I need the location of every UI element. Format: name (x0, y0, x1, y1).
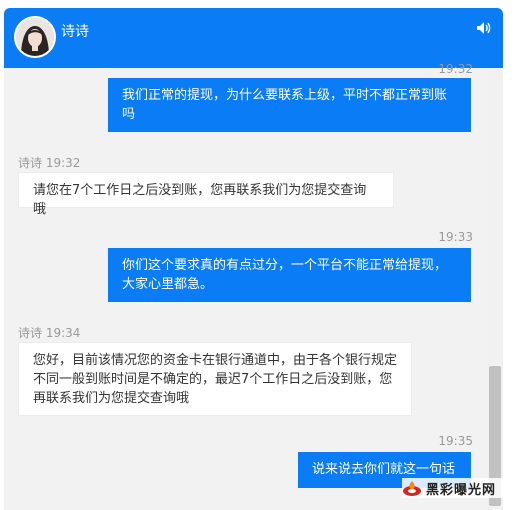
message-timestamp: 19:33 (438, 230, 473, 244)
watermark: 黑彩曝光网 (402, 478, 518, 498)
message-timestamp: 19:35 (438, 434, 473, 448)
avatar-portrait-icon (16, 18, 54, 56)
sent-message-bubble[interactable]: 你们这个要求真的有点过分，一个平台不能正常给提现，大家心里都急。 (108, 248, 471, 302)
message-list: 19:32 我们正常的提现，为什么要联系上级，平时不都正常到账吗 诗诗 19:3… (4, 62, 487, 510)
message-sender-time: 诗诗 19:32 (18, 156, 81, 170)
sent-message-bubble[interactable]: 我们正常的提现，为什么要联系上级，平时不都正常到账吗 (108, 78, 471, 132)
chat-header: 诗诗 (4, 8, 503, 68)
watermark-text: 黑彩曝光网 (426, 483, 497, 498)
flame-logo-icon (403, 481, 421, 496)
speaker-icon[interactable] (475, 20, 491, 36)
message-timestamp: 19:32 (438, 62, 473, 76)
chat-window: 诗诗 19:32 我们正常的提现，为什么要联系上级，平时不都正常到账吗 诗诗 1… (4, 8, 503, 510)
message-sender-time: 诗诗 19:34 (18, 326, 81, 340)
received-message-bubble[interactable]: 您好，目前该情况您的资金卡在银行通道中，由于各个银行规定不同一般到账时间是不确定… (18, 342, 412, 416)
received-message-bubble[interactable]: 请您在7个工作日之后没到账，您再联系我们为您提交查询哦 (18, 172, 394, 217)
contact-avatar[interactable] (14, 16, 56, 58)
contact-name: 诗诗 (61, 24, 89, 40)
chat-scrollbar[interactable] (487, 68, 503, 510)
